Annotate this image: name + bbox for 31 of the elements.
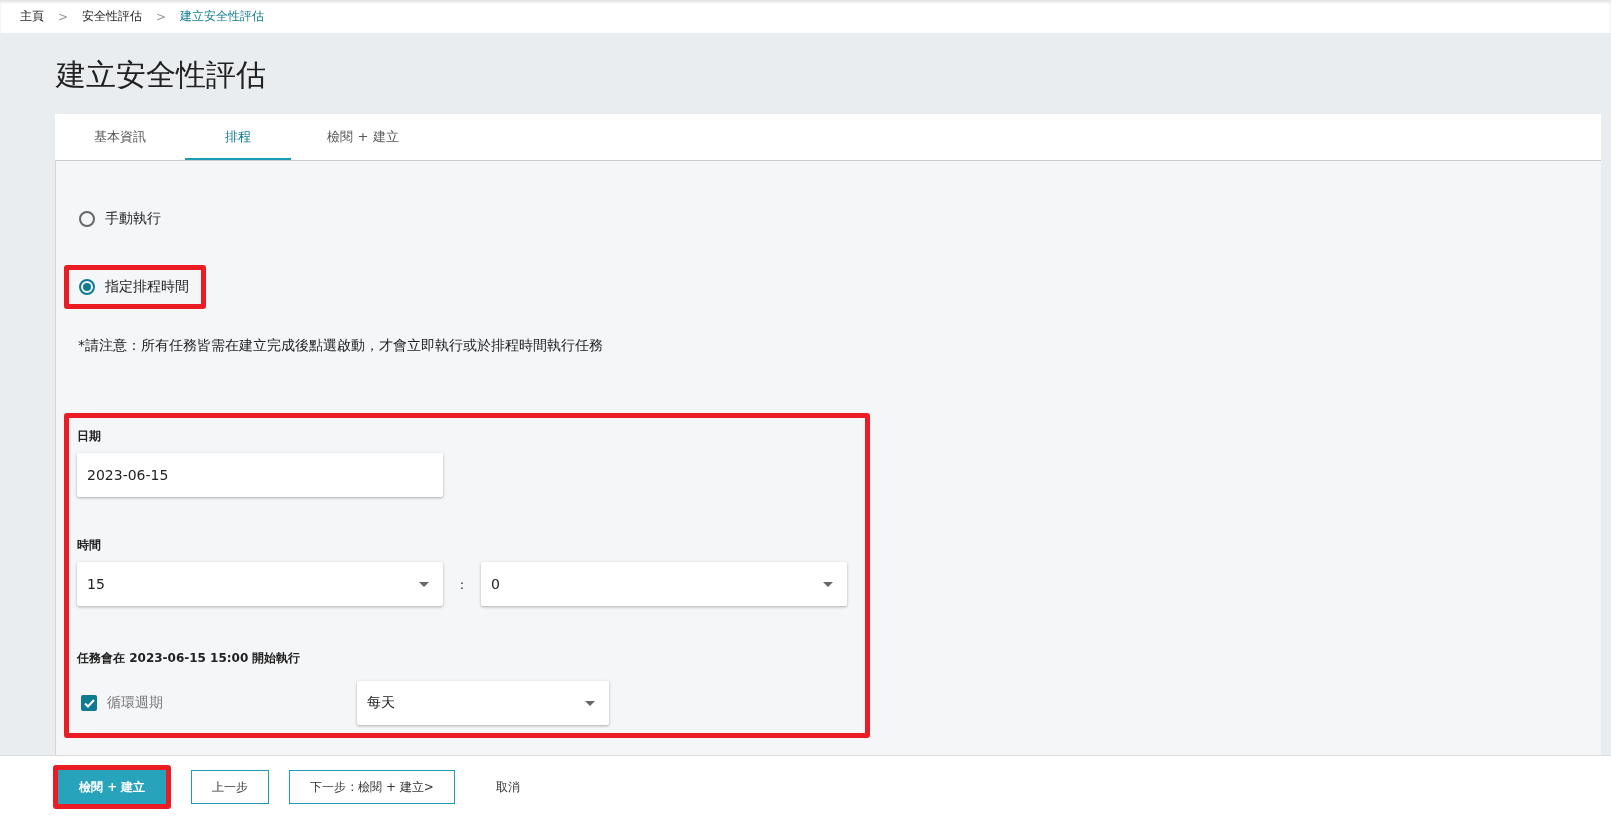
schedule-summary: 任務會在 2023-06-15 15:00 開始執行 <box>77 650 302 667</box>
hour-select[interactable]: 15 <box>77 562 443 606</box>
tab[interactable]: 檢閱 + 建立 <box>291 114 435 160</box>
time-separator: : <box>458 576 466 592</box>
notice-text: *請注意：所有任務皆需在建立完成後點選啟動，才會立即執行或於排程時間執行任務 <box>78 337 603 355</box>
radio-label: 手動執行 <box>105 210 161 228</box>
frequency-select[interactable]: 每天 <box>357 681 609 725</box>
caret-icon <box>585 700 595 706</box>
radio-icon[interactable] <box>79 211 95 227</box>
checkbox-icon[interactable] <box>81 695 97 711</box>
field-label: 日期 <box>77 428 102 445</box>
caret-icon <box>419 581 429 587</box>
radio-icon[interactable] <box>79 279 95 295</box>
date-field[interactable]: 2023-06-15 <box>77 453 443 497</box>
footer-button[interactable]: 上一步 <box>191 770 270 804</box>
field-label: 時間 <box>77 537 102 554</box>
radio-label: 指定排程時間 <box>105 278 189 296</box>
breadcrumb-separator: > <box>58 9 69 24</box>
radio-option[interactable]: 指定排程時間 <box>69 270 201 304</box>
breadcrumb-link[interactable]: 主頁 <box>20 8 44 25</box>
footer-button[interactable]: 取消 <box>474 770 541 804</box>
page-title: 建立安全性評估 <box>54 56 267 94</box>
radio-option[interactable]: 手動執行 <box>69 202 173 236</box>
tab[interactable]: 基本資訊 <box>55 114 185 160</box>
repeat-checkbox[interactable]: 循環週期 <box>77 694 343 712</box>
caret-icon <box>823 581 833 587</box>
breadcrumb-link[interactable]: 建立安全性評估 <box>180 8 265 25</box>
footer-button[interactable]: 下一步 : 檢閱 + 建立> <box>289 770 455 804</box>
breadcrumb-separator: > <box>156 9 167 24</box>
minute-select[interactable]: 0 <box>481 562 847 606</box>
breadcrumb-link[interactable]: 安全性評估 <box>82 8 143 25</box>
